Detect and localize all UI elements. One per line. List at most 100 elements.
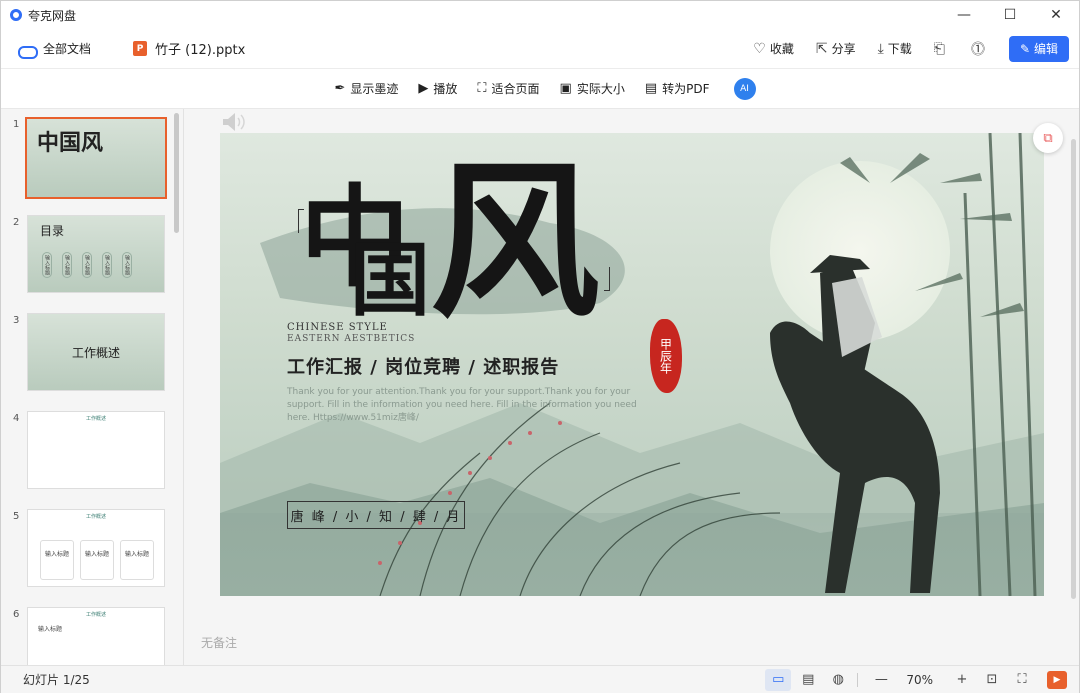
thumbnail-title: 目录: [40, 224, 65, 238]
close-button[interactable]: ✕: [1033, 1, 1079, 29]
slide-title-feng: 风: [430, 144, 601, 342]
slide-headline: 工作汇报 / 岗位竞聘 / 述职报告: [287, 357, 560, 378]
fit-page-button[interactable]: ⛶ 适合页面: [477, 80, 539, 97]
convert-pdf-label: 转为PDF: [662, 82, 710, 96]
file-bar: 全部文档 P 竹子 (12).pptx ♡ 收藏 ⇱ 分享 ⤓ 下载 ⎗ ⓵ ✎…: [1, 29, 1079, 69]
share-button[interactable]: ⇱ 分享: [816, 40, 856, 57]
notes-view-icon[interactable]: ▤: [795, 669, 821, 691]
slide-view: 中 国 风 CHINESE STYLE EASTERN AESTBETICS 工…: [185, 109, 1079, 665]
show-ink-label: 显示墨迹: [350, 82, 399, 96]
globe-icon[interactable]: ◍: [825, 669, 851, 691]
thumbnail-preview[interactable]: 工作概述: [27, 411, 165, 489]
main-scrollbar[interactable]: [1071, 139, 1076, 599]
share-icon: ⇱: [815, 40, 828, 57]
pptx-file-icon: P: [133, 41, 148, 56]
fit-page-icon: ⛶: [477, 81, 487, 96]
thumbnail-subitem: 输入标题: [80, 540, 114, 580]
cloud-icon: [17, 43, 38, 59]
notes-placeholder[interactable]: 无备注: [201, 634, 237, 651]
pdf-icon: ▤: [644, 81, 658, 96]
play-icon: ▶: [418, 81, 429, 96]
heart-icon: ♡: [753, 40, 766, 57]
show-ink-button[interactable]: ✒ 显示墨迹: [334, 80, 398, 97]
status-bar: 幻灯片 1/25 ▭ ▤ ◍ — 70% + ⊡ ⛶ ▶: [1, 665, 1079, 693]
feedback-button[interactable]: ⓵: [971, 39, 989, 59]
quark-logo-icon: [10, 9, 22, 21]
file-name: 竹子 (12).pptx: [155, 43, 246, 58]
convert-pdf-button[interactable]: ▤ 转为PDF: [645, 80, 710, 97]
download-label: 下载: [887, 42, 912, 56]
edit-button[interactable]: ✎ 编辑: [1009, 35, 1069, 62]
thumbnail-subitem: 输入标题: [42, 252, 52, 278]
current-slide[interactable]: 中 国 风 CHINESE STYLE EASTERN AESTBETICS 工…: [220, 133, 1044, 596]
thumbnail-number: 4: [13, 413, 20, 424]
thumbnail-subitem: 输入标题: [40, 540, 74, 580]
thumbnail-preview[interactable]: 工作概述 输入标题 输入标题 输入标题: [27, 509, 165, 587]
thumbnail-title: 工作概述: [85, 612, 106, 618]
ink-pen-icon: ✒: [334, 81, 346, 96]
viewer-toolbar: ✒ 显示墨迹 ▶ 播放 ⛶ 适合页面 ▣ 实际大小 ▤ 转为PDF AI: [1, 69, 1079, 109]
slide-subtitle-en-1: CHINESE STYLE: [287, 322, 388, 333]
download-button[interactable]: ⤓ 下载: [878, 40, 912, 57]
title-bracket-right: [604, 267, 610, 291]
download-icon: ⤓: [877, 40, 884, 57]
thumbnail-title: 中国风: [37, 131, 104, 156]
thumbnail-number: 5: [13, 511, 20, 522]
play-button[interactable]: ▶ 播放: [418, 80, 457, 97]
actual-size-button[interactable]: ▣ 实际大小: [560, 80, 625, 97]
fullscreen-icon[interactable]: ⛶: [1009, 669, 1035, 691]
thumbnail-subitem: 输入标题: [120, 540, 154, 580]
quark-cloud-window: 夸克网盘 — ☐ ✕ 全部文档 P 竹子 (12).pptx ♡ 收藏 ⇱ 分享: [0, 0, 1080, 693]
thumbnail-number: 1: [13, 119, 20, 130]
share-label: 分享: [831, 42, 856, 56]
title-bar: 夸克网盘 — ☐ ✕: [1, 1, 1079, 29]
app-name: 夸克网盘: [28, 8, 77, 23]
thumbnail-number: 3: [13, 315, 20, 326]
slide-action-icon[interactable]: ⧉: [1033, 123, 1063, 153]
thumbnail-preview[interactable]: 工作概述输入标题: [27, 607, 165, 665]
thumbnail-subitem: 输入标题: [38, 626, 63, 633]
thumbnail-title: 工作概述: [85, 416, 106, 422]
ai-assistant-button[interactable]: AI: [733, 77, 756, 100]
speaker-icon[interactable]: [221, 111, 247, 133]
slide-title-guo: 国: [350, 234, 430, 327]
breadcrumb-root[interactable]: 全部文档: [17, 40, 92, 59]
breadcrumb-root-label: 全部文档: [43, 42, 92, 56]
zoom-out-icon[interactable]: —: [868, 669, 894, 691]
thumbnail-number: 6: [13, 609, 20, 620]
thumbnail-title: 工作概述: [85, 514, 106, 520]
thumbnail-preview[interactable]: 工作概述: [27, 313, 165, 391]
maximize-button[interactable]: ☐: [987, 1, 1033, 29]
fit-page-label: 适合页面: [491, 82, 540, 96]
minimize-button[interactable]: —: [941, 1, 987, 29]
red-seal-stamp: 甲辰年: [650, 319, 682, 393]
play-label: 播放: [433, 82, 458, 96]
file-actions: ♡ 收藏 ⇱ 分享 ⤓ 下载 ⎗ ⓵ ✎ 编辑: [731, 35, 1069, 62]
favorite-label: 收藏: [769, 42, 794, 56]
slide-subtitle-en-2: EASTERN AESTBETICS: [287, 334, 416, 344]
slide-thumbnail-panel[interactable]: 1 中国风 2 目录 输入标题 输入标题 输入标题 输入标题 输入标题 3 工作概述 4 工作概述 5 工作…: [1, 109, 184, 665]
thumbnail-preview[interactable]: 目录 输入标题 输入标题 输入标题 输入标题 输入标题: [27, 215, 165, 293]
status-divider: [857, 672, 859, 687]
actual-size-label: 实际大小: [576, 82, 625, 96]
zoom-in-icon[interactable]: +: [949, 669, 975, 691]
sidebar-scrollbar[interactable]: [174, 113, 179, 233]
thumbnail-subitem: 输入标题: [102, 252, 112, 278]
fit-screen-icon[interactable]: ⊡: [979, 669, 1005, 691]
slide-presenter-box: 唐 峰 / 小 / 知 / 肆 / 月: [287, 501, 465, 529]
thumbnail-number: 2: [13, 217, 20, 228]
slide-counter: 幻灯片 1/25: [23, 673, 90, 687]
thumbnail-preview[interactable]: 中国风: [25, 117, 167, 199]
status-controls: ▭ ▤ ◍ — 70% + ⊡ ⛶ ▶: [761, 668, 1067, 691]
feedback-icon: ⓵: [971, 41, 985, 58]
pencil-icon: ✎: [1019, 41, 1031, 56]
favorite-button[interactable]: ♡ 收藏: [753, 40, 794, 57]
window-controls: — ☐ ✕: [941, 1, 1079, 29]
slide-body-text: Thank you for your attention.Thank you f…: [287, 387, 637, 423]
normal-view-icon[interactable]: ▭: [765, 668, 792, 691]
breadcrumb-file: P 竹子 (12).pptx: [133, 39, 245, 58]
slideshow-play-icon[interactable]: ▶: [1047, 670, 1067, 689]
thumbnail-title: 工作概述: [72, 346, 121, 360]
save-to-button[interactable]: ⎗: [934, 41, 949, 57]
zoom-level: 70%: [906, 672, 933, 687]
